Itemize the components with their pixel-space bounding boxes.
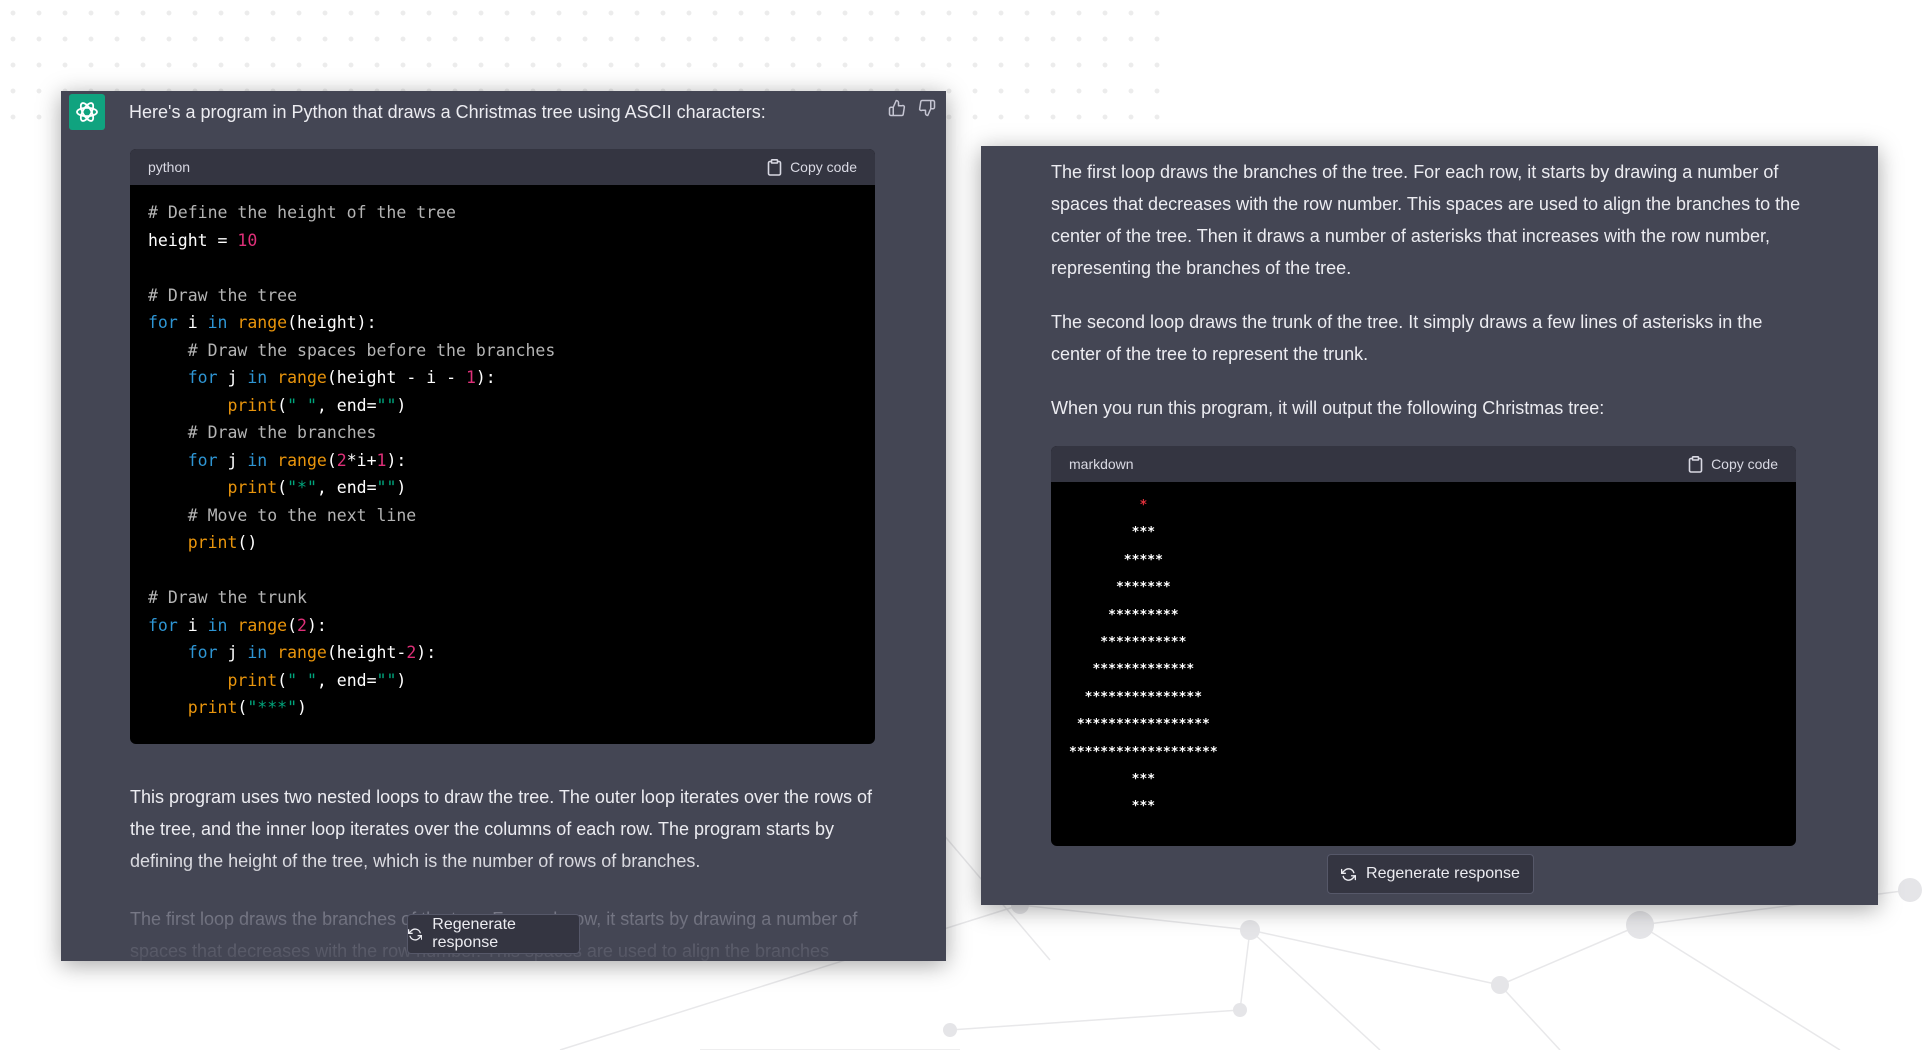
tree-line: *** <box>1069 772 1156 788</box>
tree-line: ******* <box>1069 580 1171 596</box>
code-language-label: markdown <box>1069 456 1134 472</box>
refresh-icon <box>1341 867 1357 881</box>
copy-code-button[interactable]: Copy code <box>1688 455 1778 473</box>
tree-line: *********** <box>1069 635 1187 651</box>
clipboard-icon <box>767 158 782 176</box>
code-comment: # Draw the trunk <box>148 588 307 607</box>
code-comment: # Move to the next line <box>187 505 417 525</box>
response-intro-text: Here's a program in Python that draws a … <box>129 102 766 122</box>
python-code-block: python Copy code # Define the height of … <box>130 149 875 744</box>
assistant-avatar <box>69 94 105 130</box>
regenerate-response-label: Regenerate response <box>1366 865 1520 882</box>
copy-code-label: Copy code <box>790 159 857 175</box>
code-comment: # Draw the spaces before the branches <box>187 340 556 360</box>
chat-response-panel-right: The first loop draws the branches of the… <box>981 146 1878 905</box>
clipboard-icon <box>1688 455 1703 473</box>
openai-logo-icon <box>76 102 98 122</box>
christmas-tree-output: * *** ***** ******* ********* **********… <box>1051 482 1796 831</box>
explanation-paragraph: This program uses two nested loops to dr… <box>130 787 873 871</box>
thumbs-down-icon <box>918 99 936 117</box>
refresh-icon <box>408 927 423 941</box>
regenerate-response-button[interactable]: Regenerate response <box>407 914 580 954</box>
markdown-output-block: markdown Copy code * *** ***** ******* *… <box>1051 446 1796 846</box>
tree-line: ***************** <box>1069 717 1210 733</box>
tree-line: * <box>1069 498 1148 513</box>
code-comment: # Draw the tree <box>148 285 298 305</box>
tree-line: ************* <box>1069 662 1195 678</box>
chat-response-panel-left: Here's a program in Python that draws a … <box>61 91 946 961</box>
regenerate-response-label: Regenerate response <box>432 916 516 951</box>
explanation-paragraph: The first loop draws the branches of the… <box>1051 162 1801 278</box>
tree-line: ******************* <box>1069 744 1218 760</box>
tree-line: *************** <box>1069 689 1203 705</box>
regenerate-response-button[interactable]: Regenerate response <box>1327 854 1534 894</box>
code-block-header: markdown Copy code <box>1051 446 1796 482</box>
copy-code-button[interactable]: Copy code <box>767 158 857 176</box>
code-language-label: python <box>148 159 191 175</box>
explanation-paragraph: When you run this program, it will outpu… <box>1051 398 1605 418</box>
thumbs-up-icon <box>888 99 906 117</box>
code-content: # Define the height of the tree height =… <box>148 203 556 717</box>
code-block-header: python Copy code <box>130 149 875 185</box>
tree-line: ********* <box>1069 607 1179 623</box>
copy-code-label: Copy code <box>1711 456 1778 472</box>
code-comment: # Define the height of the tree <box>148 203 456 222</box>
tree-line: *** <box>1069 799 1156 815</box>
thumbs-down-button[interactable] <box>916 97 938 119</box>
thumbs-up-button[interactable] <box>886 97 908 119</box>
tree-line: *** <box>1069 525 1156 541</box>
tree-line: ***** <box>1069 552 1163 568</box>
code-comment: # Draw the branches <box>187 423 377 442</box>
explanation-paragraph: The second loop draws the trunk of the t… <box>1051 312 1763 364</box>
